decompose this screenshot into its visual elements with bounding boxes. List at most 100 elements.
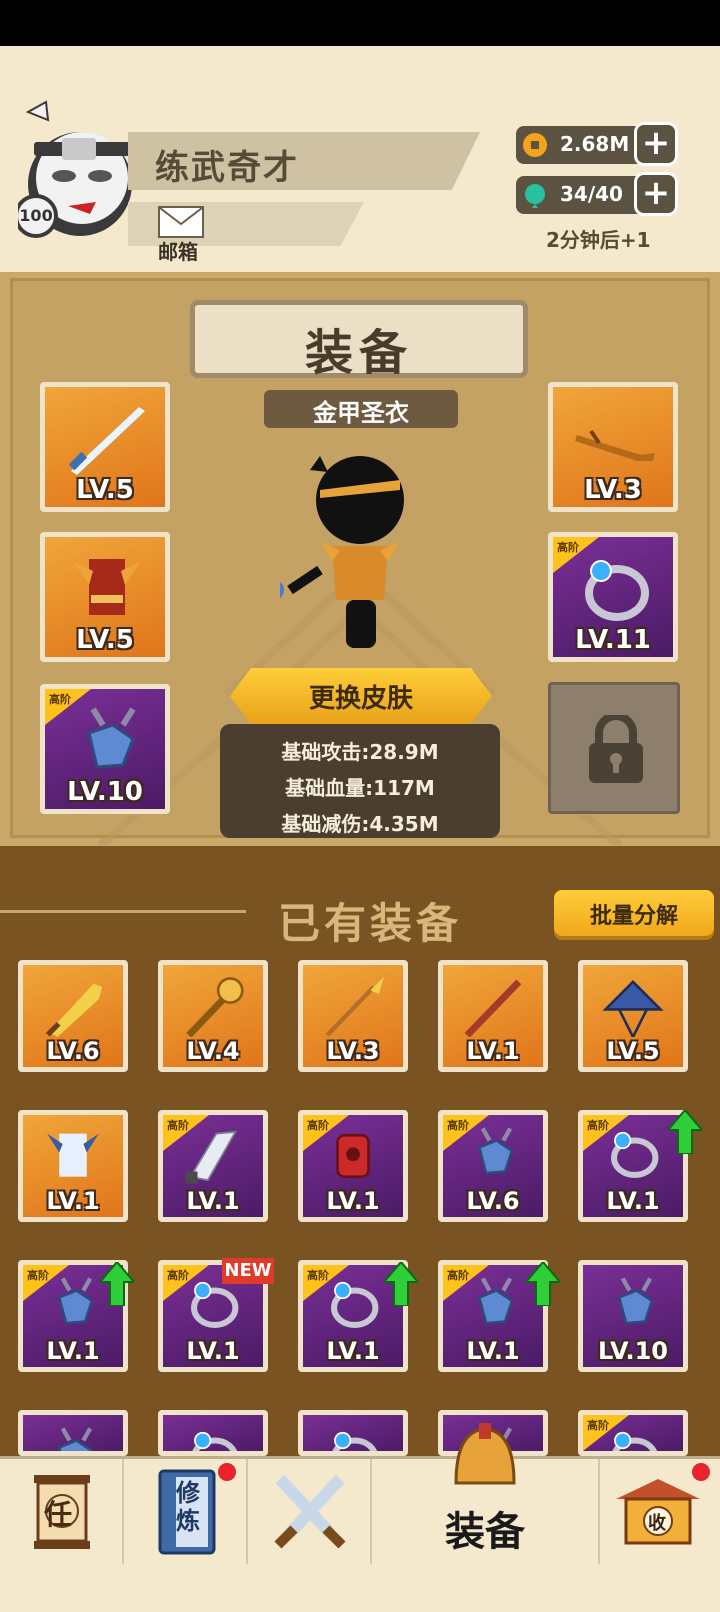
upgrade-arrow-icon [526, 1262, 560, 1306]
owned-item-slot[interactable]: 高阶 LV.1 [298, 1110, 408, 1222]
item-level: LV.1 [186, 1337, 240, 1365]
owned-item-slot[interactable]: LV.6 [18, 960, 128, 1072]
change-skin-button[interactable]: 更换皮肤 [230, 668, 492, 724]
owned-item-slot[interactable]: LV.3 [298, 960, 408, 1072]
ring-icon [611, 1131, 659, 1178]
nav-equipment[interactable]: 装备 [372, 1423, 600, 1567]
change-skin-label: 更换皮肤 [308, 684, 413, 714]
owned-item-slot[interactable] [298, 1410, 408, 1456]
item-level: LV.1 [326, 1337, 380, 1365]
ring-icon [585, 560, 649, 621]
ring-icon [192, 1431, 238, 1451]
add-energy-button[interactable]: + [634, 172, 678, 216]
status-bar [0, 0, 720, 46]
owned-item-slot[interactable]: LV.10 [578, 1260, 688, 1372]
upgrade-arrow-icon [384, 1262, 418, 1306]
owned-item-slot[interactable]: LV.1 [438, 960, 548, 1072]
broadsword-icon [45, 983, 103, 1037]
nav-equipment-label: 装备 [445, 1509, 525, 1555]
energy-timer: 2分钟后+1 [546, 228, 651, 252]
player-level: 100 [19, 206, 53, 225]
staff-icon [464, 979, 522, 1037]
equipment-title-plaque: 装备 [190, 300, 528, 381]
nav-battle[interactable] [248, 1459, 372, 1567]
nav-task[interactable]: 任 [0, 1459, 124, 1567]
blade-hilt-icon [575, 429, 655, 461]
energy-orb-icon [525, 184, 545, 208]
equip-slot-armor[interactable]: LV.5 [40, 532, 170, 662]
amulet-icon [617, 1277, 654, 1325]
coin-counter: 2.68M + [516, 122, 678, 166]
ring-icon [191, 1281, 239, 1328]
item-level: LV.1 [186, 1187, 240, 1215]
lock-icon [589, 715, 643, 783]
upgrade-arrow-icon [668, 1110, 702, 1154]
owned-item-slot[interactable]: LV.4 [158, 960, 268, 1072]
sword-icon [68, 407, 145, 475]
equip-slot-amulet[interactable]: 高阶 LV.10 [40, 684, 170, 814]
locked-slot[interactable] [548, 682, 680, 814]
equip-slot-weapon[interactable]: LV.5 [40, 382, 170, 512]
item-level: LV.5 [606, 1037, 660, 1065]
divider-line [0, 910, 246, 913]
nav-cultivate-label: 修炼 [176, 1479, 200, 1535]
item-level: LV.1 [326, 1187, 380, 1215]
amulet-icon [87, 707, 136, 769]
ring-icon [332, 1431, 378, 1451]
crossed-swords-icon [274, 1474, 346, 1549]
gauntlet-icon [336, 1134, 370, 1178]
coin-icon [523, 133, 547, 157]
item-level: LV.1 [466, 1037, 520, 1065]
helmet-icon [454, 1423, 516, 1485]
nav-task-label: 任 [44, 1498, 73, 1531]
add-coins-button[interactable]: + [634, 122, 678, 166]
amulet-icon [477, 1277, 514, 1325]
notification-dot [218, 1463, 236, 1481]
stat-health: 基础血量:117M [285, 776, 435, 800]
notification-dot [692, 1463, 710, 1481]
owned-item-slot[interactable]: 高阶 LV.6 [438, 1110, 548, 1222]
upgrade-arrow-icon [100, 1262, 134, 1306]
armor-icon [73, 559, 141, 615]
machete-icon [185, 1130, 237, 1184]
owned-item-slot[interactable]: LV.1 [18, 1110, 128, 1222]
equip-slot-ring[interactable]: 高阶 LV.11 [548, 532, 678, 662]
nav-collect[interactable]: 收 [600, 1459, 720, 1567]
owned-item-slot[interactable] [18, 1410, 128, 1456]
hero-character [280, 456, 404, 648]
ring-icon [331, 1281, 379, 1328]
hat-icon [602, 980, 664, 1037]
item-level: LV.10 [598, 1337, 668, 1365]
new-badge: NEW [222, 1258, 274, 1284]
item-level: LV.6 [466, 1187, 520, 1215]
stat-defense: 基础减伤:4.35M [281, 812, 439, 836]
owned-item-slot[interactable]: 高阶 LV.1 [158, 1110, 268, 1222]
nav-cultivate[interactable]: 修炼 [124, 1459, 248, 1567]
mace-icon [186, 977, 244, 1037]
item-level: LV.6 [46, 1037, 100, 1065]
robe-icon [47, 1133, 99, 1177]
slot-level: LV.5 [76, 625, 134, 655]
nav-collect-label: 收 [648, 1513, 666, 1534]
stat-attack: 基础攻击:28.9M [281, 740, 439, 764]
item-level: LV.1 [46, 1337, 100, 1365]
equip-slot-hilt[interactable]: LV.3 [548, 382, 678, 512]
batch-dismantle-label: 批量分解 [589, 904, 678, 929]
owned-item-slot[interactable] [158, 1410, 268, 1456]
owned-item-slot[interactable]: LV.5 [578, 960, 688, 1072]
equipment-title: 装备 [304, 325, 413, 381]
mail-icon[interactable] [158, 206, 204, 238]
slot-level: LV.5 [76, 475, 134, 505]
item-level: LV.1 [466, 1337, 520, 1365]
system-bar [0, 1564, 720, 1612]
amulet-icon [57, 1277, 94, 1325]
energy-counter: 34/40 + [516, 172, 678, 216]
owned-item-slot[interactable]: 高阶 [578, 1410, 688, 1456]
spear-icon [325, 976, 384, 1037]
item-level: LV.3 [326, 1037, 380, 1065]
mail-label[interactable]: 邮箱 [158, 236, 198, 265]
slot-level: LV.11 [575, 625, 651, 655]
set-name: 金甲圣衣 [313, 399, 409, 427]
batch-dismantle-button[interactable]: 批量分解 [554, 890, 714, 936]
item-level: LV.4 [186, 1037, 240, 1065]
